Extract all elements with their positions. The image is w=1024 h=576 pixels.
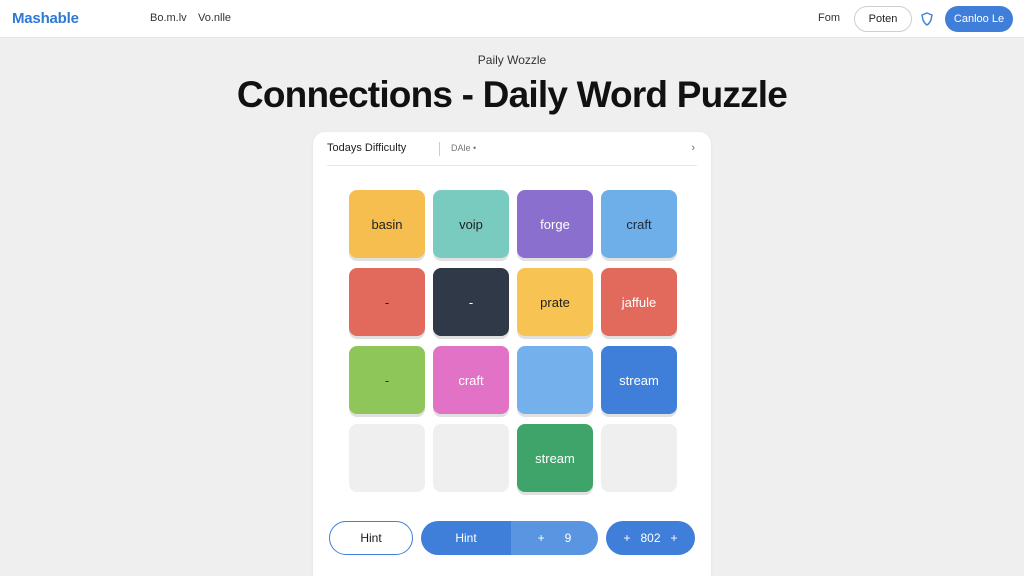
step-value: 9: [564, 531, 572, 545]
word-tile[interactable]: -: [433, 268, 509, 336]
word-tile[interactable]: -: [349, 268, 425, 336]
score-control[interactable]: + 802 +: [606, 521, 695, 555]
divider: [439, 142, 440, 156]
header-link-fom[interactable]: Fom: [818, 12, 840, 24]
step-plus[interactable]: +: [538, 531, 545, 545]
word-tile[interactable]: forge: [517, 190, 593, 258]
word-tile[interactable]: jaffule: [601, 268, 677, 336]
word-tile[interactable]: prate: [517, 268, 593, 336]
site-logo[interactable]: Mashable: [12, 10, 79, 27]
nav-link-2[interactable]: Vo.nlle: [198, 12, 231, 24]
hint-button[interactable]: Hint: [421, 521, 511, 555]
word-tile[interactable]: -: [349, 346, 425, 414]
score-plus-right[interactable]: +: [671, 531, 678, 545]
word-tile[interactable]: craft: [433, 346, 509, 414]
word-tile[interactable]: basin: [349, 190, 425, 258]
word-tile[interactable]: [601, 424, 677, 492]
page-title: Connections - Daily Word Puzzle: [236, 74, 788, 115]
hint-outline-button[interactable]: Hint: [329, 521, 413, 555]
word-tile[interactable]: voip: [433, 190, 509, 258]
word-tile[interactable]: stream: [601, 346, 677, 414]
top-bar: Mashable Bo.m.lv Vo.nlle Fom Poten Canlo…: [0, 0, 1024, 38]
word-tile[interactable]: [433, 424, 509, 492]
nav-link-1[interactable]: Bo.m.lv: [150, 12, 187, 24]
difficulty-value: DAle •: [451, 143, 477, 153]
word-tile[interactable]: craft: [601, 190, 677, 258]
word-tile[interactable]: [517, 346, 593, 414]
shield-icon[interactable]: [921, 12, 933, 26]
score-plus-left[interactable]: +: [623, 531, 630, 545]
word-tile[interactable]: [349, 424, 425, 492]
poten-button[interactable]: Poten: [854, 6, 912, 32]
step-control[interactable]: + 9: [511, 521, 598, 555]
difficulty-row[interactable]: Todays Difficulty DAle • ›: [327, 140, 697, 166]
score-value: 802: [640, 531, 661, 545]
cta-button[interactable]: Canloo Le: [945, 6, 1013, 32]
difficulty-label: Todays Difficulty: [327, 142, 407, 154]
chevron-right-icon[interactable]: ›: [691, 142, 695, 154]
word-tile[interactable]: stream: [517, 424, 593, 492]
page-kicker: Paily Wozzle: [477, 53, 547, 67]
